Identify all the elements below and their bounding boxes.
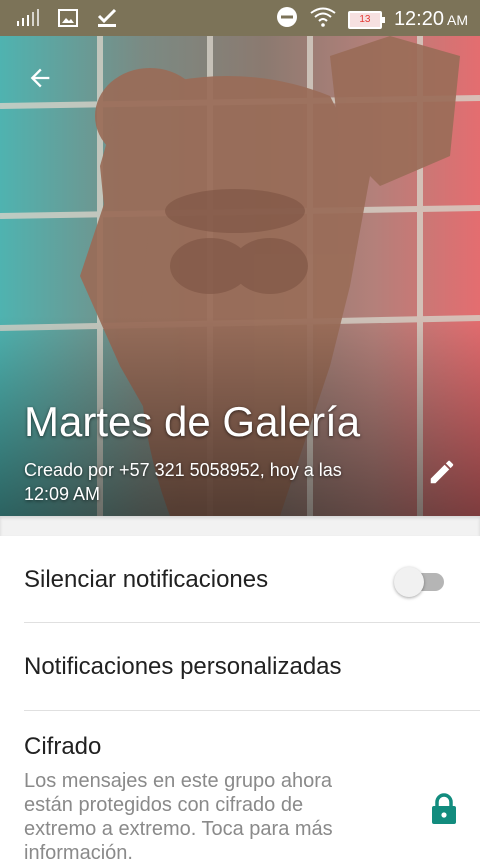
do-not-disturb-icon [276,6,298,33]
battery-icon: 13 [347,10,385,29]
group-settings-list: Silenciar notificaciones Notificaciones … [0,536,480,864]
clock-time: 12:20 [393,8,444,30]
pencil-icon [427,457,457,492]
signal-icon [16,9,40,32]
custom-notifications-label: Notificaciones personalizadas [24,653,342,680]
encryption-description: Los mensajes en este grupo ahora están p… [24,770,333,864]
toggle-thumb [394,567,424,597]
lock-icon [430,793,458,825]
download-done-icon [96,8,118,33]
edit-subject-button[interactable] [422,454,462,494]
encryption-title: Cifrado [24,733,102,760]
custom-notifications-row[interactable]: Notificaciones personalizadas [0,623,480,711]
group-header: Martes de Galería Creado por +57 321 505… [0,36,480,516]
status-left-icons [16,8,118,33]
encryption-row[interactable]: Cifrado Los mensajes en este grupo ahora… [0,711,480,864]
arrow-back-icon [26,64,54,97]
section-divider [0,516,480,536]
mute-notifications-toggle[interactable] [394,565,448,597]
status-bar: 13 12:20 AM [0,0,480,36]
image-notification-icon [58,9,78,32]
wifi-icon [310,7,336,32]
back-button[interactable] [20,60,60,100]
mute-notifications-row[interactable]: Silenciar notificaciones [0,536,480,623]
group-created-info: Creado por +57 321 5058952, hoy a las 12… [24,460,342,504]
clock: 12:20 AM [394,8,468,31]
clock-ampm: AM [447,12,468,28]
mute-notifications-label: Silenciar notificaciones [24,566,269,593]
status-right-icons: 13 12:20 AM [276,6,468,33]
battery-level: 13 [359,13,371,25]
group-title: Martes de Galería [24,398,361,445]
